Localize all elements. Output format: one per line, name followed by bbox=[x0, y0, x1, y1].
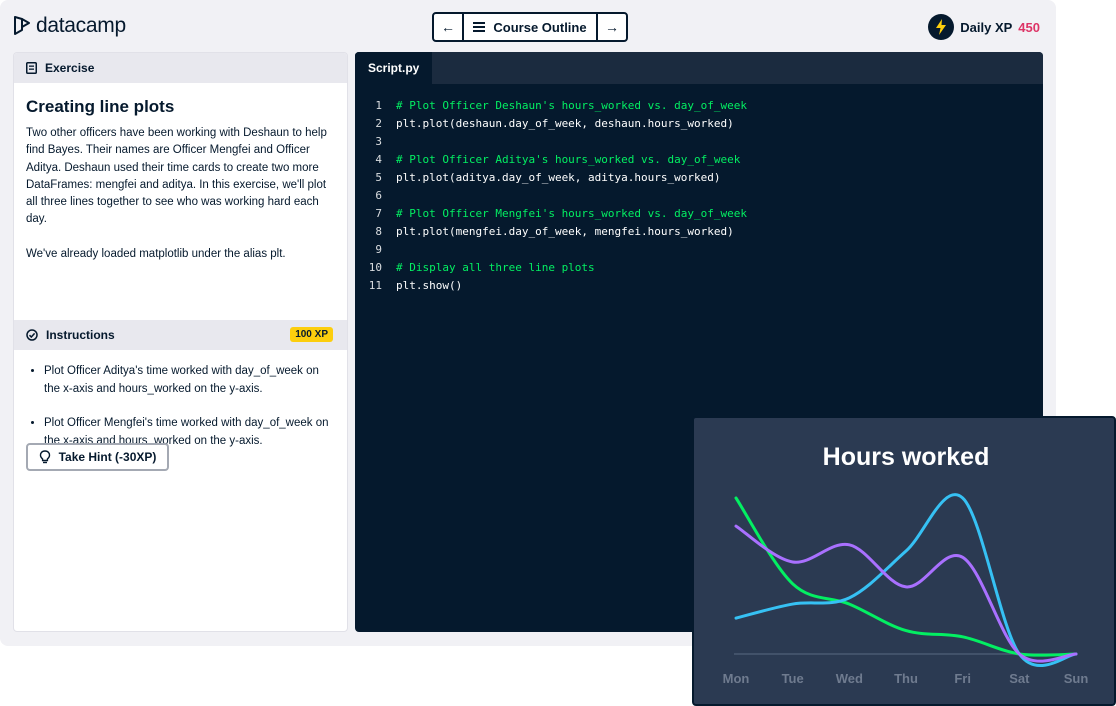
exercise-paragraph: Two other officers have been working wit… bbox=[26, 127, 327, 226]
line-number: 9 bbox=[375, 243, 382, 256]
x-tick-label: Thu bbox=[894, 671, 918, 686]
code-comment: # Plot Officer Mengfei's hours_worked vs… bbox=[396, 207, 747, 220]
series-line bbox=[734, 524, 1078, 663]
code-line[interactable]: 7 # Plot Officer Mengfei's hours_worked v… bbox=[355, 205, 747, 223]
code-line[interactable]: 1 # Plot Officer Deshaun's hours_worked v… bbox=[355, 97, 747, 115]
line-chart-svg: Hours worked Mon Tue Wed Thu Fri Sat Sun bbox=[723, 443, 1089, 686]
exercise-title: Creating line plots bbox=[26, 97, 175, 116]
course-nav: ← Course Outline → bbox=[432, 12, 628, 42]
code-line[interactable]: 3 bbox=[355, 133, 747, 151]
next-exercise-button[interactable]: → bbox=[598, 14, 626, 40]
code-line[interactable]: 2 plt.plot(deshaun.day_of_week, deshaun.h… bbox=[355, 115, 747, 133]
code-line[interactable]: 10 # Display all three line plots bbox=[355, 259, 747, 277]
x-tick-label: Sun bbox=[1064, 671, 1089, 686]
line-number: 4 bbox=[375, 153, 382, 166]
datacamp-logo-icon bbox=[14, 16, 30, 35]
lightning-icon bbox=[928, 14, 955, 40]
line-number: 2 bbox=[375, 117, 382, 130]
course-outline-button[interactable]: Course Outline bbox=[462, 14, 598, 40]
line-number: 5 bbox=[375, 171, 382, 184]
code-line[interactable]: 11 plt.show() bbox=[355, 277, 747, 295]
daily-xp[interactable]: Daily XP 450 bbox=[928, 14, 1040, 40]
code-text: plt.show() bbox=[396, 279, 463, 292]
tick-labels: Mon Tue Wed Thu Fri Sat Sun bbox=[723, 671, 1089, 686]
code-comment: # Plot Officer Deshaun's hours_worked vs… bbox=[396, 99, 747, 112]
course-outline-label: Course Outline bbox=[493, 19, 587, 35]
exercise-header: Exercise bbox=[14, 53, 347, 83]
line-number: 6 bbox=[375, 189, 382, 202]
check-circle-icon bbox=[26, 329, 38, 341]
x-tick-label: Wed bbox=[836, 671, 863, 686]
instructions-list: Plot Officer Aditya's time worked with d… bbox=[14, 350, 347, 450]
exercise-body: Creating line plots Two other officers h… bbox=[14, 83, 347, 320]
code-text: plt.plot(mengfei.day_of_week, mengfei.ho… bbox=[396, 225, 734, 238]
editor-tab-bar: Script.py bbox=[355, 52, 1043, 84]
take-hint-button[interactable]: Take Hint (-30XP) bbox=[26, 443, 169, 471]
line-number: 1 bbox=[375, 99, 382, 112]
code-comment: # Plot Officer Aditya's hours_worked vs.… bbox=[396, 153, 741, 166]
code-line[interactable]: 4 # Plot Officer Aditya's hours_worked vs… bbox=[355, 151, 747, 169]
daily-xp-label: Daily XP bbox=[960, 19, 1013, 35]
line-number: 8 bbox=[375, 225, 382, 238]
code-text: plt.plot(aditya.day_of_week, aditya.hour… bbox=[396, 171, 721, 184]
instructions-section-label: Instructions bbox=[46, 328, 115, 342]
datacamp-logo[interactable]: datacamp bbox=[12, 14, 126, 38]
x-tick-label: Mon bbox=[723, 671, 750, 686]
take-hint-label: Take Hint (-30XP) bbox=[58, 450, 157, 464]
line-number: 10 bbox=[368, 261, 382, 274]
exercise-section-label: Exercise bbox=[45, 61, 95, 75]
code-text: plt.plot(deshaun.day_of_week, deshaun.ho… bbox=[396, 117, 734, 130]
line-number: 3 bbox=[375, 135, 382, 148]
code-line[interactable]: 9 bbox=[355, 241, 747, 259]
arrow-left-icon: ← bbox=[441, 19, 455, 35]
top-bar: datacamp ← Course Outline → Daily XP 450 bbox=[0, 0, 1056, 52]
chart-title: Hours worked bbox=[823, 443, 990, 471]
x-tick-label: Fri bbox=[954, 671, 971, 686]
code-comment: # Display all three line plots bbox=[396, 261, 595, 274]
hours-worked-chart: Hours worked Mon Tue Wed Thu Fri Sat Sun bbox=[692, 416, 1116, 706]
exercise-description: Two other officers have been working wit… bbox=[26, 125, 335, 263]
x-tick-label: Sat bbox=[1009, 671, 1030, 686]
lightbulb-icon bbox=[39, 450, 50, 464]
exercise-panel: Exercise Creating line plots Two other o… bbox=[13, 52, 348, 632]
series-group bbox=[734, 493, 1078, 668]
code-line[interactable]: 8 plt.plot(mengfei.day_of_week, mengfei.h… bbox=[355, 223, 747, 241]
arrow-right-icon: → bbox=[605, 19, 619, 35]
x-tick-label: Tue bbox=[782, 671, 804, 686]
code-line[interactable]: 5 plt.plot(aditya.day_of_week, aditya.hou… bbox=[355, 169, 747, 187]
menu-icon bbox=[473, 22, 486, 32]
series-line bbox=[734, 496, 1078, 657]
instruction-item: Plot Officer Aditya's time worked with d… bbox=[44, 362, 335, 398]
tab-script-py[interactable]: Script.py bbox=[355, 52, 433, 84]
logo-text: datacamp bbox=[36, 14, 126, 37]
line-number: 11 bbox=[368, 279, 382, 292]
instructions-header: Instructions 100 XP bbox=[14, 320, 347, 350]
series-line bbox=[734, 493, 1078, 668]
previous-exercise-button[interactable]: ← bbox=[434, 14, 462, 40]
line-number: 7 bbox=[375, 207, 382, 220]
xp-badge: 100 XP bbox=[290, 327, 333, 342]
code-area[interactable]: 1 # Plot Officer Deshaun's hours_worked v… bbox=[355, 97, 747, 295]
daily-xp-value: 450 bbox=[1018, 19, 1040, 35]
document-icon bbox=[26, 62, 37, 74]
code-line[interactable]: 6 bbox=[355, 187, 747, 205]
exercise-paragraph: We've already loaded matplotlib under th… bbox=[26, 247, 286, 260]
